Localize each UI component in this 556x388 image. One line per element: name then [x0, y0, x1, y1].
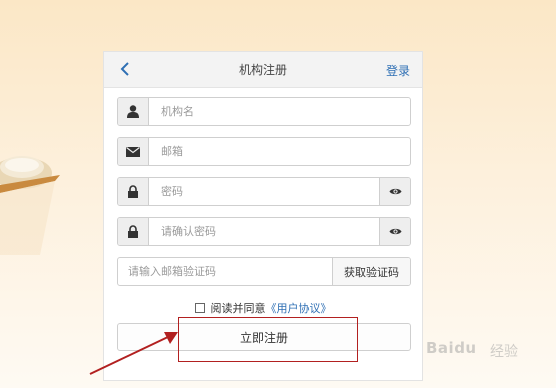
card-header: 机构注册 登录 — [104, 52, 422, 88]
annotation-highlight-box — [178, 317, 358, 362]
agreement-checkbox[interactable] — [194, 303, 205, 313]
envelope-icon — [126, 146, 140, 157]
get-code-button[interactable]: 获取验证码 — [332, 258, 410, 285]
eye-icon — [389, 228, 401, 235]
email-field — [117, 137, 411, 166]
chevron-left-icon — [120, 62, 129, 76]
email-code-field: 获取验证码 — [117, 257, 411, 286]
password-addon — [118, 178, 149, 205]
back-button[interactable] — [118, 59, 132, 79]
user-icon — [127, 105, 139, 118]
agreement-text: 阅读并同意 — [210, 302, 266, 315]
confirm-password-addon — [118, 218, 149, 245]
email-code-input[interactable] — [118, 258, 332, 285]
org-name-input[interactable] — [149, 98, 410, 125]
lock-icon — [128, 225, 138, 238]
agreement-row: 阅读并同意 《用户协议》 — [104, 300, 422, 316]
password-input[interactable] — [149, 178, 379, 205]
page-title: 机构注册 — [238, 63, 287, 77]
password-toggle-button[interactable] — [379, 178, 410, 205]
login-link[interactable]: 登录 — [386, 62, 410, 79]
confirm-password-toggle-button[interactable] — [379, 218, 410, 245]
org-name-field — [117, 97, 411, 126]
user-agreement-link[interactable]: 《用户协议》 — [266, 300, 332, 316]
lock-icon — [128, 185, 138, 198]
password-field — [117, 177, 411, 206]
confirm-password-field — [117, 217, 411, 246]
background-food-image — [0, 156, 60, 255]
org-addon — [118, 98, 149, 125]
email-input[interactable] — [149, 138, 410, 165]
eye-icon — [389, 188, 401, 195]
confirm-password-input[interactable] — [149, 218, 379, 245]
watermark-logo: Baidu — [426, 339, 477, 357]
email-addon — [118, 138, 149, 165]
watermark-sub: 经验 — [490, 344, 518, 360]
